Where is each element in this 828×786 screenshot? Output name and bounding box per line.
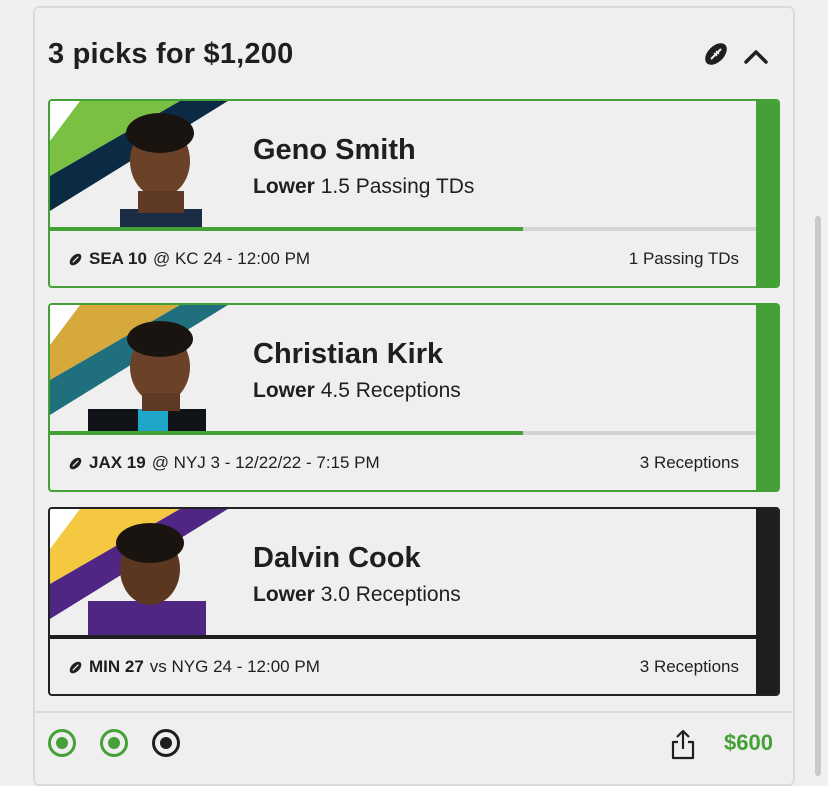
football-icon bbox=[69, 253, 82, 265]
matchup: @ KC 24 - 12:00 PM bbox=[152, 249, 311, 268]
scrollbar[interactable] bbox=[815, 216, 821, 776]
progress-track bbox=[50, 431, 756, 435]
pick-line: Lower 4.5 Receptions bbox=[253, 379, 461, 402]
player-photo bbox=[50, 509, 260, 635]
football-icon bbox=[69, 661, 82, 673]
result-stat: 3 Receptions bbox=[639, 657, 739, 676]
player-name: Christian Kirk bbox=[253, 338, 444, 370]
player-photo bbox=[50, 101, 260, 227]
share-icon[interactable] bbox=[670, 728, 696, 760]
entry-title: 3 picks for $1,200 bbox=[48, 38, 294, 70]
matchup: @ NYJ 3 - 12/22/22 - 7:15 PM bbox=[151, 453, 380, 472]
pick-card-christian-kirk[interactable]: Christian Kirk Lower 4.5 Receptions JAX … bbox=[48, 303, 780, 492]
football-icon bbox=[69, 457, 82, 469]
footer-divider bbox=[33, 711, 795, 713]
player-name: Dalvin Cook bbox=[253, 542, 421, 574]
matchup: vs NYG 24 - 12:00 PM bbox=[149, 657, 320, 676]
chevron-up-icon[interactable] bbox=[742, 44, 770, 68]
player-name: Geno Smith bbox=[253, 134, 416, 166]
payout-amount: $600 bbox=[724, 730, 773, 755]
progress-fill bbox=[50, 635, 756, 639]
result-stat: 1 Passing TDs bbox=[628, 249, 739, 268]
pick-line: Lower 3.0 Receptions bbox=[253, 583, 461, 606]
progress-track bbox=[50, 635, 756, 639]
game-info: JAX 19 @ NYJ 3 - 12/22/22 - 7:15 PM bbox=[68, 453, 380, 473]
progress-fill bbox=[50, 227, 524, 231]
progress-fill bbox=[50, 431, 524, 435]
status-bar bbox=[756, 101, 778, 286]
team-score: SEA 10 bbox=[89, 249, 147, 268]
progress-track bbox=[50, 227, 756, 231]
game-info: SEA 10 @ KC 24 - 12:00 PM bbox=[68, 249, 310, 269]
result-stat: 3 Receptions bbox=[639, 453, 739, 472]
status-bar bbox=[756, 509, 778, 694]
pick-status-dot-1 bbox=[48, 729, 76, 757]
pick-status-dot-3 bbox=[152, 729, 180, 757]
pick-line: Lower 1.5 Passing TDs bbox=[253, 175, 475, 198]
pick-status-dot-2 bbox=[100, 729, 128, 757]
football-icon bbox=[705, 43, 727, 65]
game-info: MIN 27 vs NYG 24 - 12:00 PM bbox=[68, 657, 320, 677]
player-photo bbox=[50, 305, 260, 431]
pick-card-geno-smith[interactable]: Geno Smith Lower 1.5 Passing TDs SEA 10 @… bbox=[48, 99, 780, 288]
pick-card-dalvin-cook[interactable]: Dalvin Cook Lower 3.0 Receptions MIN 27 v… bbox=[48, 507, 780, 696]
team-score: MIN 27 bbox=[89, 657, 144, 676]
status-bar bbox=[756, 305, 778, 490]
team-score: JAX 19 bbox=[89, 453, 146, 472]
